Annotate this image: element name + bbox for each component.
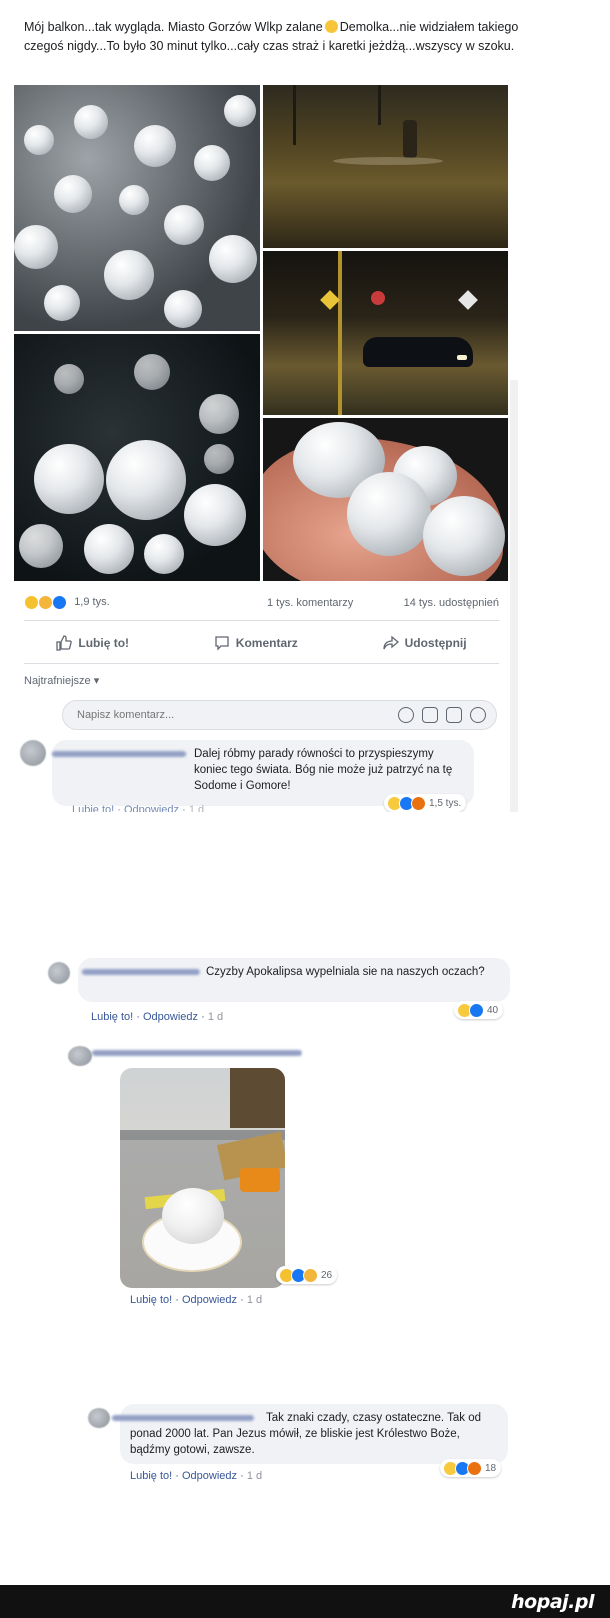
divider xyxy=(24,620,499,621)
emoji-picker-icon[interactable] xyxy=(398,707,414,723)
comment-bubble: Tak znaki czady, czasy ostateczne. Tak o… xyxy=(120,1404,508,1464)
blank-gap xyxy=(0,812,610,952)
wow-reaction-icon xyxy=(24,595,39,610)
sad-reaction-icon xyxy=(303,1267,318,1283)
comment-bubble: Czyzby Apokalipsa wypelniala sie na nasz… xyxy=(78,958,510,1002)
photo-hail-balcony[interactable] xyxy=(14,85,260,331)
reaction-count: 26 xyxy=(321,1269,333,1281)
comment-reactions[interactable]: 1,5 tys. xyxy=(384,794,467,812)
comment-like-link[interactable]: Lubię to! xyxy=(130,1294,172,1306)
comment-like-link[interactable]: Lubię to! xyxy=(91,1011,133,1023)
photo-flooded-car[interactable] xyxy=(263,251,508,415)
like-reaction-icon xyxy=(52,595,68,610)
comment-meta: Lubię to! · Odpowiedz · 1 d xyxy=(130,1294,263,1306)
comment-time: 1 d xyxy=(207,1011,224,1023)
commenter-name[interactable] xyxy=(52,751,186,757)
comments-count[interactable]: 1 tys. komentarzy xyxy=(267,597,353,609)
comment-reply-link[interactable]: Odpowiedz xyxy=(143,1011,198,1023)
comment-button[interactable]: Komentarz xyxy=(214,635,298,651)
post-stats: 1,9 tys. 1 tys. komentarzy 14 tys. udost… xyxy=(24,592,499,614)
comment-reactions[interactable]: 40 xyxy=(454,1001,504,1019)
comment-like-link[interactable]: Lubię to! xyxy=(72,804,114,812)
commenter-name[interactable] xyxy=(92,1050,302,1056)
comment-time: 1 d xyxy=(246,1294,263,1306)
comment-text: Czyzby Apokalipsa wypelniala sie na nasz… xyxy=(206,966,485,978)
photo-hail-in-hand[interactable] xyxy=(263,418,508,581)
comment-reply-link[interactable]: Odpowiedz xyxy=(182,1294,237,1306)
shares-count[interactable]: 14 tys. udostępnień xyxy=(404,597,499,609)
commenter-name[interactable] xyxy=(82,969,200,975)
sad-face-emoji-icon xyxy=(324,20,338,33)
post-actions: Lubię to! Komentarz Udostępnij xyxy=(14,627,509,659)
like-button[interactable]: Lubię to! xyxy=(56,635,129,651)
avatar[interactable] xyxy=(20,740,46,766)
commenter-name[interactable] xyxy=(112,1415,254,1421)
comment-reactions[interactable]: 26 xyxy=(276,1266,338,1284)
angry-reaction-icon xyxy=(467,1460,482,1476)
angry-reaction-icon xyxy=(411,795,426,811)
reaction-count: 40 xyxy=(487,1004,499,1016)
comment-text: Dalej róbmy parady równości to przyspies… xyxy=(194,748,453,792)
comment-meta: Lubię to! · Odpowiedz · 1 d xyxy=(91,1011,224,1023)
camera-icon[interactable] xyxy=(422,707,438,723)
divider xyxy=(24,663,499,664)
photo-flooded-street[interactable] xyxy=(263,85,508,248)
avatar[interactable] xyxy=(48,962,70,984)
post-text: Mój balkon...tak wygląda. Miasto Gorzów … xyxy=(24,20,519,53)
speech-bubble-icon xyxy=(215,636,229,651)
comment-meta: Lubię to! · Odpowiedz · 1 d xyxy=(130,1470,263,1482)
comment-time: 1 d xyxy=(246,1470,263,1482)
comment-photo-hailstone[interactable] xyxy=(120,1068,285,1288)
sad-reaction-icon xyxy=(38,595,54,610)
avatar[interactable] xyxy=(68,1046,92,1066)
thumbs-up-icon xyxy=(56,635,73,651)
gif-icon[interactable] xyxy=(446,707,462,723)
avatar[interactable] xyxy=(88,1408,110,1428)
site-logo[interactable]: hopaj.pl xyxy=(511,1591,594,1613)
comment-meta: Lubię to! · Odpowiedz · 1 d xyxy=(72,804,204,812)
comment-input[interactable] xyxy=(77,709,377,721)
comment-reactions[interactable]: 18 xyxy=(440,1459,502,1477)
share-arrow-icon xyxy=(382,635,399,650)
like-label: Lubię to! xyxy=(78,636,130,650)
comment-reply-link[interactable]: Odpowiedz xyxy=(124,804,179,812)
comment-sort-dropdown[interactable]: Najtrafniejsze ▾ xyxy=(24,674,99,687)
comment-like-link[interactable]: Lubię to! xyxy=(130,1470,172,1482)
reaction-count: 1,5 tys. xyxy=(429,797,462,809)
comment-reply-link[interactable]: Odpowiedz xyxy=(182,1470,237,1482)
reaction-count: 18 xyxy=(485,1462,497,1474)
reactions-summary[interactable]: 1,9 tys. xyxy=(24,595,110,610)
comment-input-box[interactable] xyxy=(62,700,497,730)
comment-label: Komentarz xyxy=(235,636,298,650)
photo-hail-night[interactable] xyxy=(14,334,260,581)
reactions-count: 1,9 tys. xyxy=(74,596,110,609)
share-label: Udostępnij xyxy=(404,636,467,650)
scrollbar-track[interactable] xyxy=(510,380,518,812)
share-button[interactable]: Udostępnij xyxy=(382,635,467,651)
sticker-icon[interactable] xyxy=(470,707,486,723)
like-reaction-icon xyxy=(469,1002,484,1018)
comment-time: 1 d xyxy=(188,804,205,812)
site-footer: hopaj.pl xyxy=(0,1585,610,1618)
